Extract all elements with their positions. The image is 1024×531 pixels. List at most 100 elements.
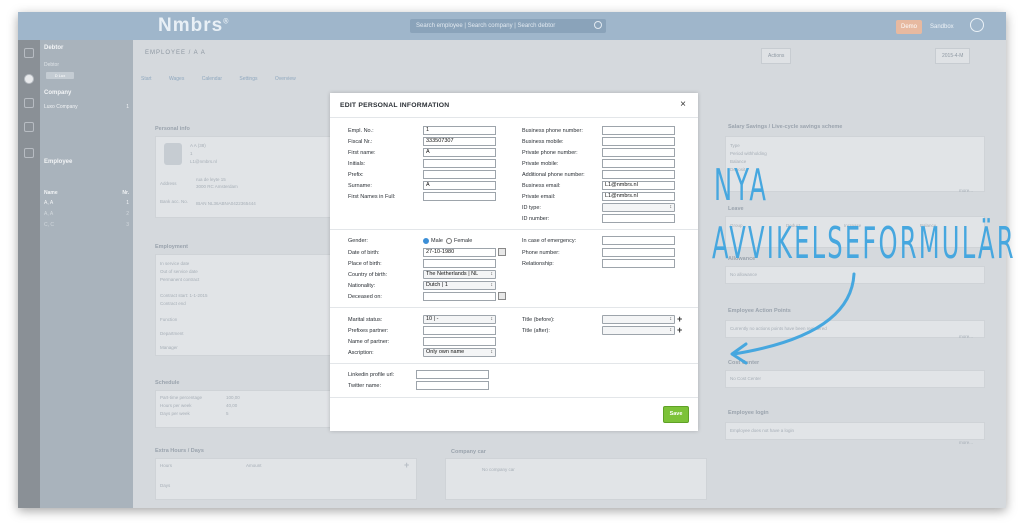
chevron-updown-icon: ↕ bbox=[490, 316, 494, 322]
cost-center-card: No Cost Center bbox=[725, 370, 985, 388]
relationship-input[interactable] bbox=[602, 259, 675, 268]
actions-dropdown[interactable]: Actions bbox=[761, 48, 792, 64]
tab-start[interactable]: Start bbox=[141, 76, 152, 82]
gender-female-radio[interactable] bbox=[446, 238, 452, 244]
employee-login-card: Employee does not have a login bbox=[725, 422, 985, 440]
chevron-updown-icon: ↕ bbox=[669, 204, 673, 210]
calendar-icon[interactable] bbox=[498, 292, 506, 300]
top-bar: Nmbrs® Search employee | Search company … bbox=[18, 12, 1006, 40]
additional-phone-input[interactable] bbox=[602, 170, 675, 179]
chevron-updown-icon: ↕ bbox=[490, 282, 494, 288]
gear-icon[interactable] bbox=[24, 122, 34, 132]
breadcrumb: EMPLOYEE / A A bbox=[145, 50, 206, 56]
divider bbox=[330, 307, 698, 308]
surname-input[interactable]: A bbox=[423, 181, 496, 190]
title-before-select[interactable]: ↕ bbox=[602, 315, 675, 324]
more-link[interactable]: more... bbox=[959, 334, 973, 339]
chevron-updown-icon: ↕ bbox=[669, 327, 673, 333]
chevron-updown-icon: ↕ bbox=[490, 271, 494, 277]
employment-card: In service date Out of service date Perm… bbox=[155, 254, 337, 356]
extra-hours-card: Hours Amount Days + bbox=[155, 458, 417, 500]
gender-male-radio[interactable] bbox=[423, 238, 429, 244]
annotation-line-2: AVVIKELSEFORMULÄR bbox=[712, 218, 1016, 269]
tab-settings[interactable]: Settings bbox=[239, 76, 257, 82]
private-phone-input[interactable] bbox=[602, 148, 675, 157]
schedule-card: Part-time percentage 100,00 Hours per we… bbox=[155, 390, 337, 428]
country-of-birth-select[interactable]: The Netherlands | NL ↕ bbox=[423, 270, 496, 279]
place-of-birth-input[interactable] bbox=[423, 259, 496, 268]
tab-calendar[interactable]: Calendar bbox=[202, 76, 222, 82]
twitter-name-input[interactable] bbox=[416, 381, 489, 390]
private-email-input[interactable]: L1@nmbrs.nl bbox=[602, 192, 675, 201]
debtor-sublabel: Debtor bbox=[44, 62, 60, 68]
extra-hours-title: Extra Hours / Days bbox=[155, 448, 204, 454]
left-panel: Debtor Debtor D Lux Company Luxo Company… bbox=[40, 40, 133, 508]
employee-list-item[interactable]: A, A1 bbox=[44, 200, 129, 206]
divider bbox=[330, 363, 698, 364]
savings-title: Salary Savings / Live-cycle savings sche… bbox=[728, 124, 843, 130]
add-icon[interactable]: + bbox=[404, 461, 409, 470]
compass-icon[interactable] bbox=[24, 74, 34, 84]
linkedin-url-input[interactable] bbox=[416, 370, 489, 379]
id-type-select[interactable]: ↕ bbox=[602, 203, 675, 212]
fiscal-nr-input[interactable]: 333507307 bbox=[423, 137, 496, 146]
app-logo[interactable]: Nmbrs® bbox=[158, 15, 229, 37]
edit-personal-info-dialog: EDIT PERSONAL INFORMATION × Empl. No.: 1… bbox=[330, 93, 698, 431]
demo-button[interactable]: Demo bbox=[896, 20, 923, 34]
emergency-contact-input[interactable] bbox=[602, 236, 675, 245]
tab-wages[interactable]: Wages bbox=[169, 76, 184, 82]
employee-list-item[interactable]: A, A2 bbox=[44, 211, 129, 217]
ascription-select[interactable]: Only own name ↕ bbox=[423, 348, 496, 357]
personal-info-card: A A (38) 1 L1@nmbrs.nl Address rua de le… bbox=[155, 136, 337, 218]
company-heading: Company bbox=[44, 90, 72, 96]
first-name-input[interactable]: A bbox=[423, 148, 496, 157]
divider bbox=[330, 229, 698, 230]
user-avatar-icon[interactable] bbox=[970, 18, 984, 32]
calendar-icon[interactable] bbox=[24, 148, 34, 158]
calendar-icon[interactable] bbox=[498, 248, 506, 256]
global-search-input[interactable]: Search employee | Search company | Searc… bbox=[410, 19, 606, 33]
company-car-card: No company car bbox=[445, 458, 707, 500]
business-email-input[interactable]: L1@nmbrs.nl bbox=[602, 181, 675, 190]
business-mobile-input[interactable] bbox=[602, 137, 675, 146]
full-first-names-input[interactable] bbox=[423, 192, 496, 201]
period-select[interactable]: 2015-4-M bbox=[935, 48, 971, 64]
prefix-input[interactable] bbox=[423, 170, 496, 179]
close-icon[interactable]: × bbox=[680, 99, 686, 110]
divider bbox=[330, 117, 698, 118]
search-icon[interactable] bbox=[594, 21, 602, 29]
add-title-after-icon[interactable]: + bbox=[677, 326, 682, 335]
search-icon[interactable] bbox=[24, 98, 34, 108]
employment-title: Employment bbox=[155, 244, 189, 250]
home-icon[interactable] bbox=[24, 48, 34, 58]
annotation-line-1: NYA bbox=[714, 160, 769, 211]
divider bbox=[330, 397, 698, 398]
debtor-select[interactable]: D Lux bbox=[46, 72, 74, 79]
date-of-birth-input[interactable]: 27-10-1980 bbox=[423, 248, 496, 257]
employee-list-header: Name Nr. bbox=[44, 190, 129, 196]
prefixes-partner-input[interactable] bbox=[423, 326, 496, 335]
id-number-input[interactable] bbox=[602, 214, 675, 223]
add-title-before-icon[interactable]: + bbox=[677, 315, 682, 324]
company-item[interactable]: Luxo Company 1 bbox=[44, 104, 129, 110]
save-button[interactable]: Save bbox=[663, 406, 689, 423]
sandbox-button[interactable]: Sandbox bbox=[926, 20, 958, 34]
deceased-on-input[interactable] bbox=[423, 292, 496, 301]
initials-input[interactable] bbox=[423, 159, 496, 168]
tab-bar: Start Wages Calendar Settings Overview bbox=[141, 76, 312, 82]
employee-list-item[interactable]: C, C3 bbox=[44, 222, 129, 228]
empl-no-input[interactable]: 1 bbox=[423, 126, 496, 135]
marital-status-select[interactable]: 10 | - ↕ bbox=[423, 315, 496, 324]
chevron-updown-icon: ↕ bbox=[490, 349, 494, 355]
private-mobile-input[interactable] bbox=[602, 159, 675, 168]
nationality-select[interactable]: Dutch | 1 ↕ bbox=[423, 281, 496, 290]
title-after-select[interactable]: ↕ bbox=[602, 326, 675, 335]
name-partner-input[interactable] bbox=[423, 337, 496, 346]
more-link[interactable]: more... bbox=[959, 188, 973, 193]
company-car-title: Company car bbox=[451, 449, 486, 455]
schedule-title: Schedule bbox=[155, 380, 180, 386]
emergency-phone-input[interactable] bbox=[602, 248, 675, 257]
business-phone-input[interactable] bbox=[602, 126, 675, 135]
tab-overview[interactable]: Overview bbox=[275, 76, 296, 82]
more-link[interactable]: more... bbox=[959, 440, 973, 445]
